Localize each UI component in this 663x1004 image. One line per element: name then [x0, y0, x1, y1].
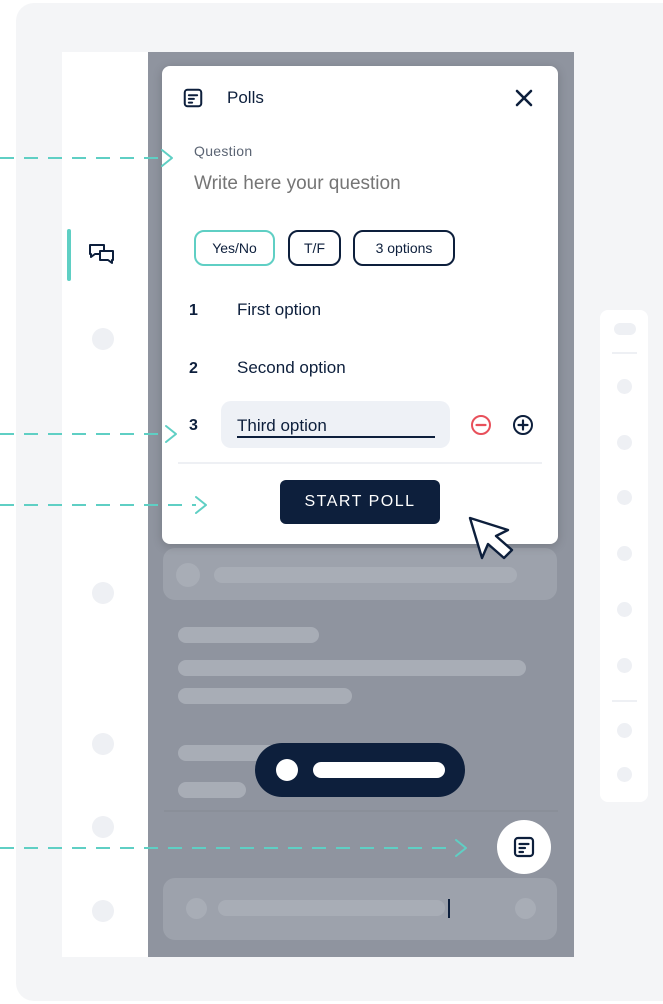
arrow-head-icon — [455, 839, 467, 857]
arrow-head-icon — [195, 496, 207, 514]
arrow-head-icon — [161, 149, 173, 167]
callout-arrows — [0, 149, 467, 857]
arrow-head-icon — [165, 425, 177, 443]
